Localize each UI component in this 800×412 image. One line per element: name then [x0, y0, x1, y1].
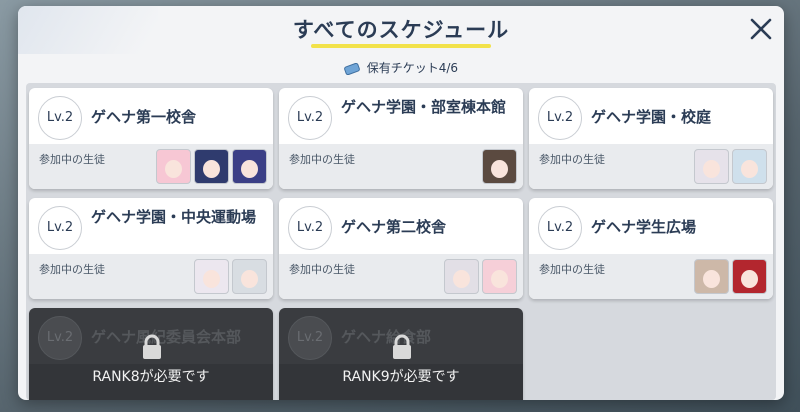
schedule-card[interactable]: Lv.2 ゲヘナ第一校舎 参加中の生徒 [29, 88, 273, 189]
student-avatars [444, 259, 517, 294]
student-avatar [482, 149, 517, 184]
schedule-card[interactable]: Lv.2 ゲヘナ学園・校庭 参加中の生徒 [529, 88, 773, 189]
ticket-label: 保有チケット4/6 [366, 61, 459, 75]
student-avatar [444, 259, 479, 294]
card-title: ゲヘナ第二校舎 [341, 218, 447, 236]
student-avatar [482, 259, 517, 294]
footer-label: 参加中の生徒 [539, 153, 605, 166]
rank-requirement: RANK8が必要です [92, 369, 210, 385]
student-avatar [194, 259, 229, 294]
card-title: ゲヘナ学園・部室棟本館 [341, 98, 507, 116]
close-icon [750, 18, 772, 40]
student-avatar [156, 149, 191, 184]
footer-label: 参加中の生徒 [289, 153, 355, 166]
card-footer: 参加中の生徒 [529, 144, 773, 189]
card-title: ゲヘナ学園・中央運動場 [91, 208, 257, 226]
card-footer: 参加中の生徒 [29, 144, 273, 189]
lock-icon [393, 334, 411, 359]
student-avatar [732, 259, 767, 294]
student-avatar [232, 259, 267, 294]
level-badge: Lv.2 [38, 206, 82, 250]
schedule-modal: すべてのスケジュール 保有チケット4/6 Lv.2 ゲヘナ第一校舎 参加中の生徒 [18, 6, 784, 400]
student-avatars [156, 149, 267, 184]
card-title: ゲヘナ第一校舎 [91, 108, 197, 126]
student-avatars [694, 149, 767, 184]
ticket-count: 保有チケット4/6 [18, 55, 784, 81]
level-badge: Lv.2 [538, 96, 582, 140]
student-avatar [694, 259, 729, 294]
schedule-card[interactable]: Lv.2 ゲヘナ学園・中央運動場 参加中の生徒 [29, 198, 273, 299]
schedule-card[interactable]: Lv.2 ゲヘナ学生広場 参加中の生徒 [529, 198, 773, 299]
card-title: ゲヘナ学園・校庭 [591, 108, 712, 126]
card-footer: 参加中の生徒 [29, 254, 273, 299]
level-badge: Lv.2 [38, 96, 82, 140]
level-badge: Lv.2 [288, 96, 332, 140]
locked-schedule-card[interactable]: Lv.2 ゲヘナ給食部 RANK9が必要です [279, 308, 523, 400]
schedule-card[interactable]: Lv.2 ゲヘナ学園・部室棟本館 参加中の生徒 [279, 88, 523, 189]
lock-overlay: RANK9が必要です [279, 308, 523, 400]
rank-requirement: RANK9が必要です [342, 369, 460, 385]
lock-icon [143, 334, 161, 359]
card-footer: 参加中の生徒 [279, 144, 523, 189]
student-avatar [732, 149, 767, 184]
student-avatars [194, 259, 267, 294]
schedule-grid: Lv.2 ゲヘナ第一校舎 参加中の生徒 Lv.2 ゲヘナ学園・部室棟本館 参加中… [26, 83, 776, 400]
card-title: ゲヘナ学生広場 [591, 218, 697, 236]
modal-header: すべてのスケジュール [18, 6, 784, 54]
student-avatar [232, 149, 267, 184]
footer-label: 参加中の生徒 [289, 263, 355, 276]
student-avatar [194, 149, 229, 184]
student-avatars [482, 149, 517, 184]
footer-label: 参加中の生徒 [39, 263, 105, 276]
level-badge: Lv.2 [288, 206, 332, 250]
schedule-card[interactable]: Lv.2 ゲヘナ第二校舎 参加中の生徒 [279, 198, 523, 299]
student-avatar [694, 149, 729, 184]
card-footer: 参加中の生徒 [529, 254, 773, 299]
locked-schedule-card[interactable]: Lv.2 ゲヘナ風紀委員会本部 RANK8が必要です [29, 308, 273, 400]
title-underline [311, 44, 491, 48]
level-badge: Lv.2 [538, 206, 582, 250]
student-avatars [694, 259, 767, 294]
footer-label: 参加中の生徒 [539, 263, 605, 276]
modal-title: すべてのスケジュール [292, 18, 510, 42]
ticket-icon [344, 62, 360, 75]
lock-overlay: RANK8が必要です [29, 308, 273, 400]
close-button[interactable] [744, 12, 778, 46]
footer-label: 参加中の生徒 [39, 153, 105, 166]
card-footer: 参加中の生徒 [279, 254, 523, 299]
